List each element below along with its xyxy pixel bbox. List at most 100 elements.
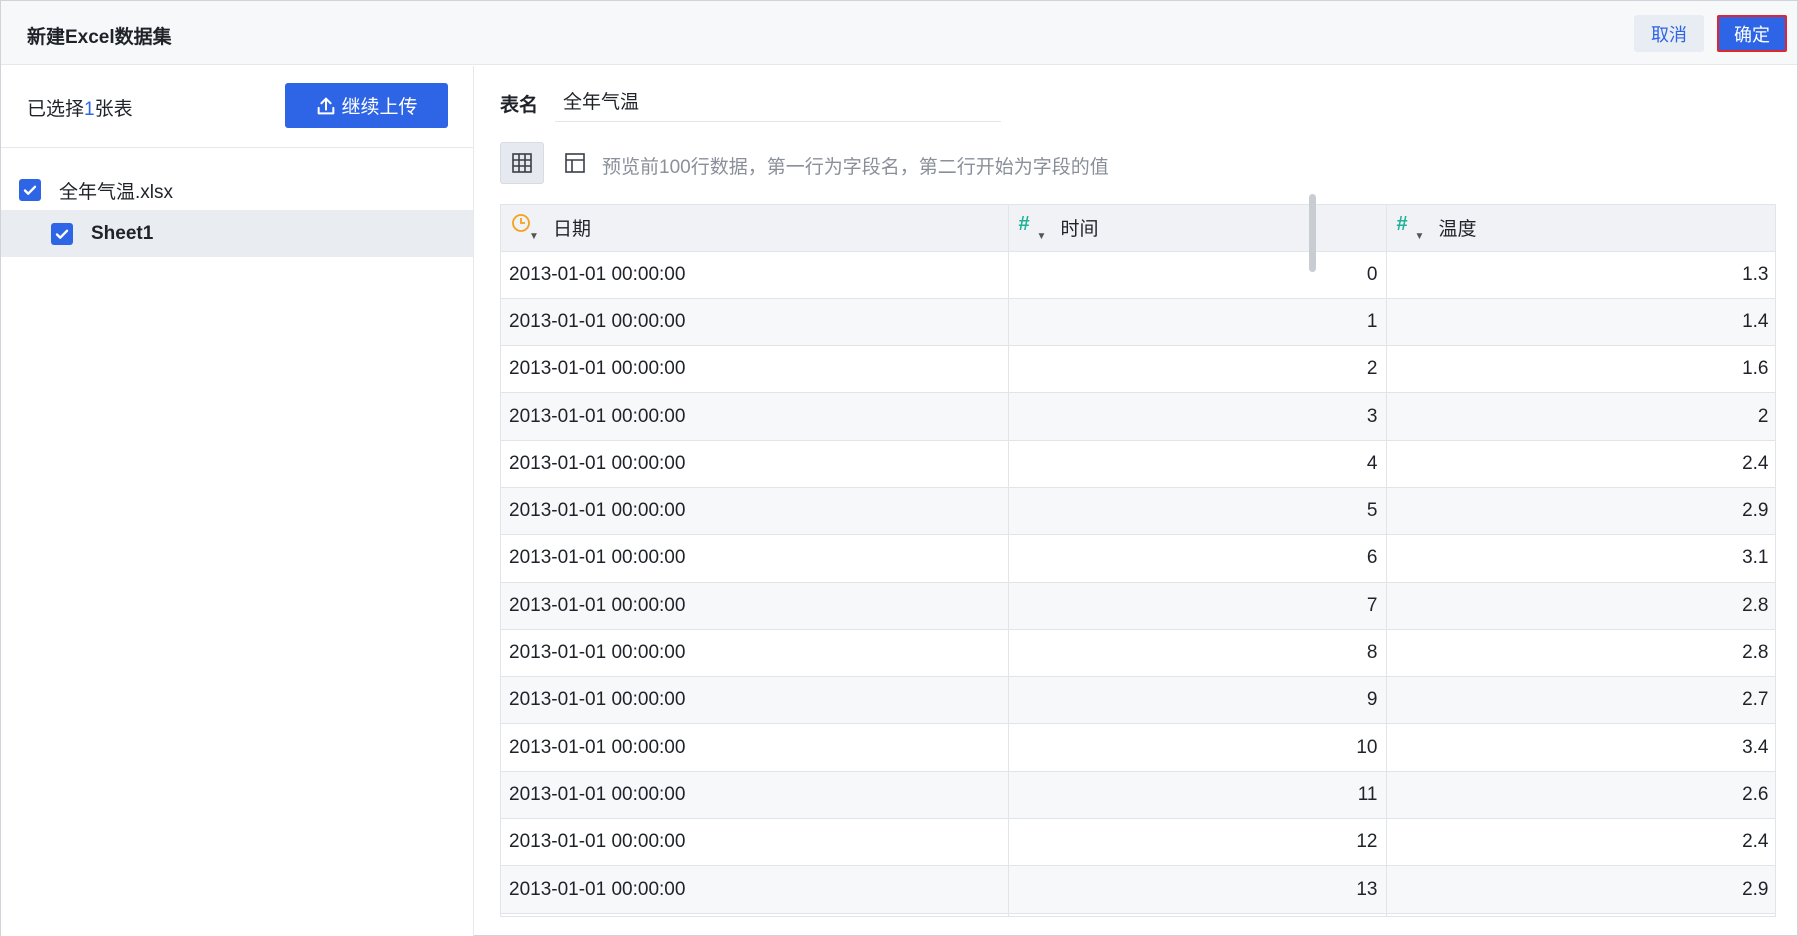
- grid-icon: [512, 153, 532, 173]
- cell-time: 1: [1008, 298, 1387, 347]
- cancel-button[interactable]: 取消: [1634, 15, 1704, 52]
- table-row: 2013-01-01 00:00:00 4 2.4: [501, 440, 1775, 488]
- clock-icon: [512, 213, 530, 232]
- cell-temperature: 2.9: [1386, 865, 1775, 914]
- field-type-toggle[interactable]: # ▼: [1019, 213, 1049, 243]
- data-table: ▼ 日期 # ▼ 时间 # ▼ 温度 2013-01-01 00:00:00 0…: [501, 205, 1775, 916]
- cell-date: 2013-01-01 00:00:00: [501, 582, 1009, 630]
- table-name-input[interactable]: [555, 80, 1001, 122]
- cell-time: 5: [1008, 487, 1387, 536]
- selected-sheet-count: 已选择1张表: [27, 94, 133, 121]
- table-row: 2013-01-01 00:00:00 0 1.3: [501, 251, 1775, 299]
- cell-temperature: 2.8: [1386, 913, 1775, 916]
- cell-temperature: 1.6: [1386, 345, 1775, 394]
- selected-count: 1: [84, 99, 95, 120]
- sheet-tree-item[interactable]: Sheet1: [1, 210, 473, 257]
- table-row: 2013-01-01 00:00:00 8 2.8: [501, 629, 1775, 678]
- cell-time: 13: [1008, 865, 1387, 914]
- cell-time: 6: [1008, 534, 1387, 583]
- column-label: 时间: [1060, 219, 1099, 241]
- table-row: 2013-01-01 00:00:00 6 3.1: [501, 534, 1775, 583]
- table-name-label: 表名: [500, 95, 539, 116]
- cell-temperature: 2.6: [1386, 771, 1775, 820]
- cell-time: 10: [1008, 723, 1387, 772]
- column-header-time[interactable]: # ▼ 时间: [1008, 205, 1387, 252]
- field-type-toggle[interactable]: # ▼: [1397, 213, 1427, 243]
- preview-table: ▼ 日期 # ▼ 时间 # ▼ 温度 2013-01-01 00:00:00 0…: [500, 204, 1776, 917]
- continue-upload-label: 继续上传: [341, 97, 418, 118]
- sheet-selection-panel: 已选择1张表 继续上传 全年气温.xlsx Sheet1: [1, 66, 474, 936]
- confirm-button[interactable]: 确定: [1717, 15, 1787, 52]
- cell-date: 2013-01-01 00:00:00: [501, 629, 1009, 678]
- upload-icon: [318, 97, 335, 114]
- field-type-toggle[interactable]: ▼: [511, 213, 541, 243]
- table-row: 2013-01-01 00:00:00 5 2.9: [501, 487, 1775, 536]
- caret-down-icon: ▼: [529, 230, 539, 242]
- cell-date: 2013-01-01 00:00:00: [501, 723, 1009, 772]
- selected-suffix: 张表: [94, 99, 133, 120]
- dialog-header: 新建Excel数据集 取消 确定: [1, 1, 1797, 65]
- cell-temperature: 1.3: [1386, 251, 1775, 299]
- cell-time: 9: [1008, 676, 1387, 725]
- cell-temperature: 3.4: [1386, 723, 1775, 772]
- dialog-title: 新建Excel数据集: [27, 27, 172, 48]
- cell-date: 2013-01-01 00:00:00: [501, 818, 1009, 867]
- preview-panel: 表名 预览前100行数据，第一行为字段名，第二行开始为字段的值: [475, 66, 1797, 936]
- caret-down-icon: ▼: [1036, 230, 1047, 242]
- caret-down-icon: ▼: [1414, 230, 1425, 242]
- cell-time: 2: [1008, 345, 1387, 394]
- table-row: 2013-01-01 00:00:00 9 2.7: [501, 676, 1775, 725]
- new-excel-dataset-dialog: 新建Excel数据集 取消 确定 已选择1张表 继续上传 全年气温.xlsx S…: [0, 0, 1798, 936]
- cell-temperature: 3.1: [1386, 534, 1775, 583]
- cell-date: 2013-01-01 00:00:00: [501, 913, 1009, 916]
- cell-date: 2013-01-01 00:00:00: [501, 345, 1009, 394]
- file-tree-item[interactable]: 全年气温.xlsx: [1, 169, 473, 211]
- cell-time: 11: [1008, 771, 1387, 820]
- table-row: 2013-01-01 00:00:00 7 2.8: [501, 582, 1775, 630]
- hash-icon: #: [1018, 212, 1030, 235]
- table-row: 2013-01-01 00:00:00 10 3.4: [501, 723, 1775, 772]
- panel-divider: [1, 147, 473, 148]
- cell-temperature: 1.4: [1386, 298, 1775, 347]
- cell-date: 2013-01-01 00:00:00: [501, 487, 1009, 536]
- table-scrollbar[interactable]: [1309, 194, 1316, 272]
- cell-date: 2013-01-01 00:00:00: [501, 534, 1009, 583]
- table-row: 2013-01-01 00:00:00 3 2: [501, 392, 1775, 441]
- hash-icon: #: [1396, 212, 1408, 235]
- check-icon: [23, 185, 37, 195]
- table-row: 2013-01-01 00:00:00142.8: [501, 913, 1775, 916]
- table-header-row: ▼ 日期 # ▼ 时间 # ▼ 温度: [501, 205, 1775, 252]
- sheet-name: Sheet1: [91, 222, 154, 244]
- cell-date: 2013-01-01 00:00:00: [501, 392, 1009, 441]
- cell-temperature: 2: [1386, 392, 1775, 441]
- cell-temperature: 2.4: [1386, 440, 1775, 488]
- layout-view-button[interactable]: [558, 142, 592, 184]
- column-label: 温度: [1438, 219, 1477, 241]
- sheet-checkbox[interactable]: [51, 222, 73, 245]
- cell-time: 4: [1008, 440, 1387, 488]
- cell-time: 8: [1008, 629, 1387, 678]
- continue-upload-button[interactable]: 继续上传: [285, 83, 448, 128]
- cell-temperature: 2.8: [1386, 582, 1775, 630]
- selected-prefix: 已选择: [27, 99, 85, 120]
- cell-temperature: 2.9: [1386, 487, 1775, 536]
- cell-temperature: 2.4: [1386, 818, 1775, 867]
- table-row: 2013-01-01 00:00:00 1 1.4: [501, 298, 1775, 347]
- cell-time: 12: [1008, 818, 1387, 867]
- cell-date: 2013-01-01 00:00:00: [501, 298, 1009, 347]
- table-row: 2013-01-01 00:00:00 11 2.6: [501, 771, 1775, 820]
- cell-date: 2013-01-01 00:00:00: [501, 676, 1009, 725]
- cell-time: 7: [1008, 582, 1387, 630]
- cell-temperature: 2.8: [1386, 629, 1775, 678]
- grid-view-button[interactable]: [500, 142, 544, 184]
- file-checkbox[interactable]: [19, 179, 41, 201]
- column-header-date[interactable]: ▼ 日期: [501, 205, 1009, 252]
- column-label: 日期: [553, 219, 592, 241]
- cell-date: 2013-01-01 00:00:00: [501, 865, 1009, 914]
- file-name: 全年气温.xlsx: [59, 181, 174, 203]
- cell-date: 2013-01-01 00:00:00: [501, 771, 1009, 820]
- layout-icon: [565, 153, 585, 173]
- column-header-temperature[interactable]: # ▼ 温度: [1386, 205, 1775, 252]
- table-row: 2013-01-01 00:00:00 13 2.9: [501, 865, 1775, 914]
- table-row: 2013-01-01 00:00:00 12 2.4: [501, 818, 1775, 867]
